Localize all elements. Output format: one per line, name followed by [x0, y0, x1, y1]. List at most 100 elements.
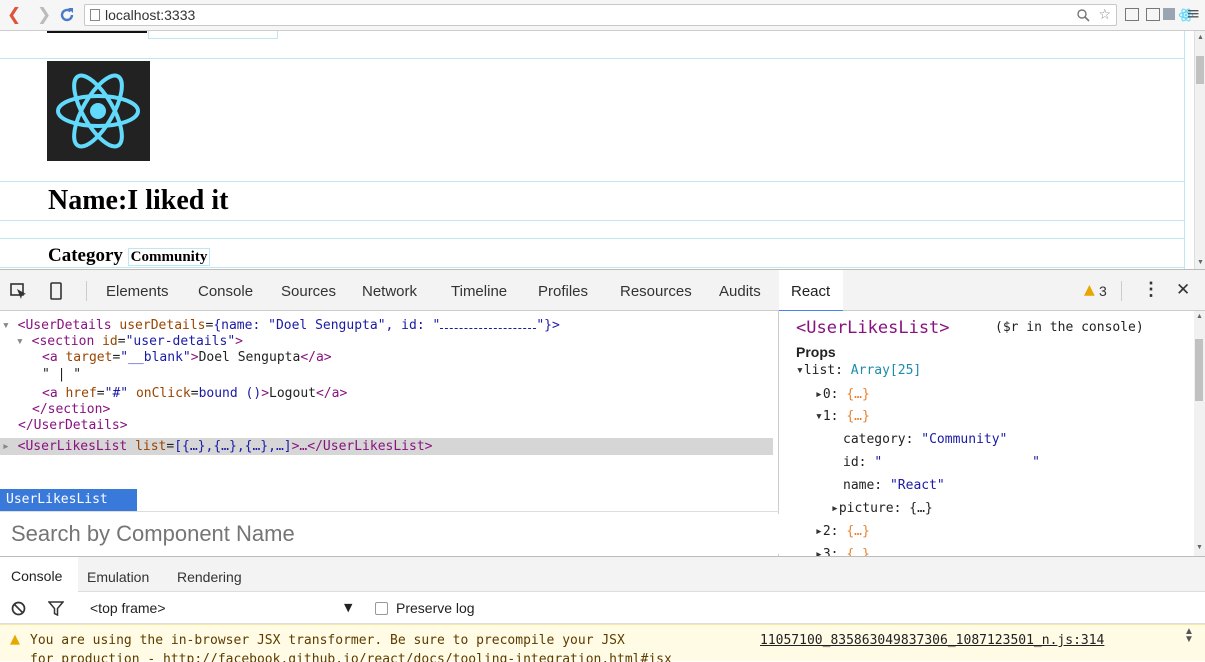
prop-list[interactable]: ▾list: Array[25]	[796, 363, 921, 378]
scroll-down-icon[interactable]: ▼	[1196, 544, 1203, 551]
layout-guide	[0, 181, 1185, 182]
more-icon[interactable]: ⋮	[1142, 279, 1160, 299]
page-viewport: Name:I liked it Category Community	[0, 31, 1194, 269]
clipped-heading	[47, 31, 147, 33]
tab-audits[interactable]: Audits	[719, 283, 761, 300]
tree-node-section[interactable]: ▾ <section id="user-details">	[16, 334, 243, 349]
tree-node-text[interactable]: " | "	[42, 367, 81, 382]
console-toolbar: <top frame> ▼ Preserve log	[0, 592, 1205, 624]
scroll-up-icon[interactable]: ▲	[1197, 34, 1204, 41]
collapse-icon[interactable]: ▸	[2, 439, 10, 454]
tab-console[interactable]: Console	[198, 283, 253, 300]
collapse-icon[interactable]: ▸	[815, 524, 823, 539]
prop-id[interactable]: id: " "	[843, 455, 1040, 470]
prop-category[interactable]: category: "Community"	[843, 432, 1007, 447]
layout-guide	[0, 267, 1185, 268]
expand-icon[interactable]: ▾	[815, 409, 823, 424]
scrollbar-thumb[interactable]	[1195, 339, 1203, 401]
tree-node-userdetails-close[interactable]: </UserDetails>	[18, 418, 128, 433]
reload-icon[interactable]	[58, 6, 76, 24]
cast-icon[interactable]	[1146, 8, 1160, 21]
tab-profiles[interactable]: Profiles	[538, 283, 588, 300]
tree-node-link-logout[interactable]: <a href="#" onClick=bound ()>Logout</a>	[42, 386, 347, 401]
category-label: Category	[48, 245, 123, 266]
selected-component-name: <UserLikesList>	[796, 318, 950, 338]
inspect-icon[interactable]	[10, 283, 28, 299]
tab-network[interactable]: Network	[362, 283, 417, 300]
category-value: Community	[127, 248, 211, 266]
back-icon[interactable]: ❮	[7, 5, 21, 25]
prop-item-1[interactable]: ▾1: {…}	[815, 409, 870, 424]
device-mode-icon[interactable]	[50, 282, 62, 300]
forward-icon[interactable]: ❯	[37, 5, 51, 25]
prop-item-3[interactable]: ▸3: {…}	[815, 547, 870, 556]
warning-message: You are using the in-browser JSX transfo…	[30, 633, 625, 648]
prop-item-2[interactable]: ▸2: {…}	[815, 524, 870, 539]
category-heading: Category Community	[48, 245, 211, 267]
prop-name[interactable]: name: "React"	[843, 478, 945, 493]
tree-node-section-close[interactable]: </section>	[32, 402, 110, 417]
clear-console-icon[interactable]	[11, 601, 26, 616]
expand-icon[interactable]: ▾	[796, 363, 804, 378]
breadcrumb-item[interactable]: UserLikesList	[6, 492, 108, 507]
tab-react-active[interactable]: React	[779, 270, 843, 312]
extension-icon[interactable]	[1125, 8, 1139, 21]
console-warning: ▲ You are using the in-browser JSX trans…	[0, 624, 1205, 662]
tab-sources[interactable]: Sources	[281, 283, 336, 300]
tab-timeline[interactable]: Timeline	[451, 283, 507, 300]
tree-node-link-name[interactable]: <a target="__blank">Doel Sengupta</a>	[42, 350, 332, 365]
drawer-tab-emulation[interactable]: Emulation	[87, 569, 149, 585]
layout-guide	[148, 31, 278, 39]
name-value: I liked it	[127, 185, 229, 216]
tab-elements[interactable]: Elements	[106, 283, 169, 300]
divider	[0, 511, 779, 512]
layout-guide	[1184, 31, 1185, 269]
tree-node-userlikeslist[interactable]: ▸ <UserLikesList list=[{…},{…},{…},…]>…<…	[2, 439, 433, 454]
filter-icon[interactable]	[48, 601, 64, 616]
tab-react[interactable]: React	[791, 283, 830, 300]
devtools-toolbar: Elements Console Sources Network Timelin…	[0, 269, 1205, 312]
props-scrollbar[interactable]: ▲ ▼	[1194, 311, 1205, 556]
react-logo	[47, 61, 150, 161]
redacted-id	[440, 319, 537, 329]
frame-select[interactable]: <top frame>	[90, 600, 166, 616]
divider	[86, 281, 87, 301]
preserve-log-checkbox[interactable]	[375, 602, 388, 615]
drawer-tab-console[interactable]: Console	[11, 568, 62, 584]
warning-source-link[interactable]: 11057100_835863049837306_1087123501_n.js…	[760, 633, 1104, 648]
expand-icon[interactable]: ▾	[2, 318, 10, 333]
collapse-icon[interactable]: ▸	[831, 501, 839, 516]
component-search-input[interactable]	[0, 514, 779, 554]
drawer-tab-rendering[interactable]: Rendering	[177, 569, 242, 585]
scroll-down-icon[interactable]: ▼	[1197, 259, 1204, 266]
prop-item-0[interactable]: ▸0: {…}	[815, 387, 870, 402]
address-bar[interactable]: localhost:3333 ☆	[84, 4, 1117, 26]
collapse-icon[interactable]: ▸	[815, 547, 823, 556]
warning-icon[interactable]: ▲	[1084, 282, 1095, 298]
scrollbar-thumb[interactable]	[1196, 56, 1204, 84]
name-heading: Name:I liked it	[48, 185, 228, 217]
react-icon	[56, 73, 140, 149]
tab-console-active[interactable]: Console	[0, 557, 78, 592]
layout-guide	[0, 58, 1185, 59]
browser-toolbar: ❮ ❯ localhost:3333 ☆ ≡	[0, 0, 1205, 31]
console-hint: ($r in the console)	[995, 320, 1144, 335]
scroll-arrows-icon[interactable]: ▲ ▼	[1184, 627, 1194, 645]
zoom-icon[interactable]	[1076, 8, 1090, 22]
tree-node-userdetails[interactable]: ▾ <UserDetails userDetails={name: "Doel …	[2, 318, 560, 333]
page-scrollbar[interactable]: ▲ ▼	[1194, 31, 1205, 269]
prop-picture[interactable]: ▸picture: {…}	[831, 501, 933, 516]
scroll-up-icon[interactable]: ▲	[1196, 313, 1203, 320]
tab-resources[interactable]: Resources	[620, 283, 692, 300]
expand-icon[interactable]: ▾	[16, 334, 24, 349]
close-icon[interactable]: ✕	[1176, 280, 1190, 300]
warning-count[interactable]: 3	[1099, 283, 1107, 299]
dropdown-arrow-icon[interactable]: ▼	[344, 601, 352, 614]
menu-icon[interactable]: ≡	[1186, 4, 1200, 24]
collapse-icon[interactable]: ▸	[815, 387, 823, 402]
star-icon[interactable]: ☆	[1098, 5, 1111, 25]
breadcrumb[interactable]: UserLikesList	[0, 489, 137, 511]
extension-icon[interactable]	[1163, 8, 1175, 20]
url-text: localhost:3333	[105, 7, 196, 23]
layout-guide	[0, 220, 1185, 221]
